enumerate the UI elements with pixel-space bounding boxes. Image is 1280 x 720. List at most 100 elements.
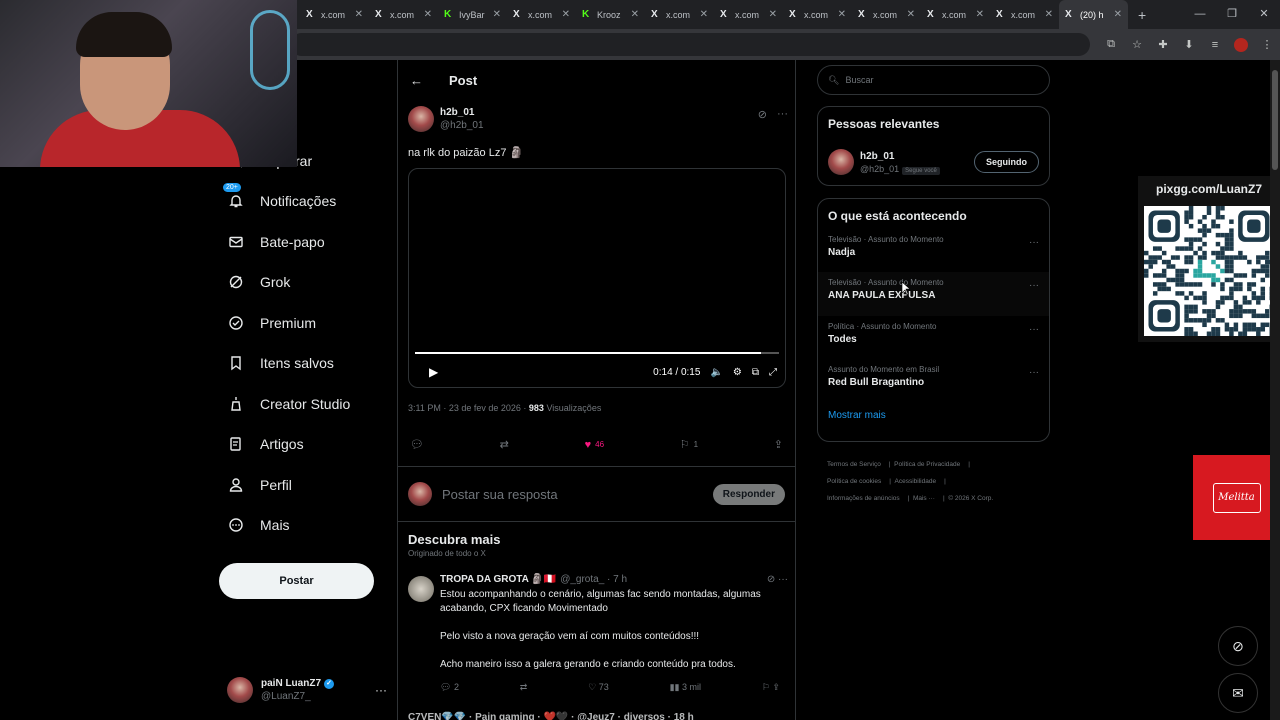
more-link[interactable]: Mais ··· bbox=[913, 495, 935, 502]
video-progress[interactable] bbox=[415, 352, 779, 354]
reply-action[interactable]: 💬︎ bbox=[410, 438, 424, 451]
more-dots-icon[interactable]: ··· bbox=[1029, 367, 1039, 378]
privacy-link[interactable]: Política de Privacidade bbox=[894, 461, 960, 468]
volume-icon[interactable]: 🔈 bbox=[710, 367, 722, 378]
repost-icon[interactable]: ⇄ bbox=[520, 682, 528, 693]
more-dots-icon[interactable]: ··· bbox=[1029, 280, 1039, 291]
more-dots-icon[interactable]: ··· bbox=[1029, 324, 1039, 335]
trend-item[interactable]: Assunto do Momento em Brasil Red Bull Bra… bbox=[818, 359, 1049, 402]
post-button[interactable]: Postar bbox=[219, 563, 374, 599]
more-dots-icon[interactable]: ··· bbox=[375, 683, 387, 697]
bookmark-action[interactable]: ⚐ 1 bbox=[680, 438, 698, 451]
reply-action[interactable]: 💬︎ 2 bbox=[440, 682, 459, 693]
trend-item[interactable]: Política · Assunto do Momento Todes ··· bbox=[818, 316, 1049, 359]
author-name[interactable]: h2b_01 bbox=[440, 107, 484, 118]
browser-tab[interactable]: Xx.com ✕ bbox=[990, 0, 1059, 29]
close-icon[interactable]: ✕ bbox=[700, 9, 708, 20]
page-scrollbar[interactable] bbox=[1270, 60, 1280, 720]
new-tab-button[interactable]: + bbox=[1128, 7, 1156, 23]
feed-author-name[interactable]: TROPA DA GROTA 🗿🇵🇪 bbox=[440, 574, 556, 585]
extensions-icon[interactable]: ✚ bbox=[1156, 38, 1170, 51]
ads-info-link[interactable]: Informações de anúncios bbox=[827, 495, 900, 502]
close-icon[interactable]: ✕ bbox=[631, 9, 639, 20]
avatar[interactable] bbox=[828, 149, 854, 175]
close-icon[interactable]: ✕ bbox=[424, 9, 432, 20]
grok-icon[interactable]: ⊘ ··· bbox=[767, 574, 788, 585]
browser-tab[interactable]: Xx.com ✕ bbox=[714, 0, 783, 29]
share-action[interactable]: ⇪ bbox=[774, 438, 783, 451]
feed-post[interactable]: TROPA DA GROTA 🗿🇵🇪 @_grota_ · 7 h ⊘ ··· … bbox=[408, 574, 788, 693]
reply-button[interactable]: Responder bbox=[712, 483, 785, 505]
pip-icon[interactable]: ⧉ bbox=[752, 367, 759, 378]
close-icon[interactable]: ✕ bbox=[493, 9, 501, 20]
close-icon[interactable]: ✕ bbox=[562, 9, 570, 20]
repost-action[interactable]: ⇄ bbox=[500, 438, 509, 451]
browser-tab[interactable]: Xx.com ✕ bbox=[921, 0, 990, 29]
settings-gear-icon[interactable]: ⚙ bbox=[733, 367, 742, 378]
sidebar-item-itens-salvos[interactable]: Itens salvos bbox=[219, 343, 389, 384]
close-icon[interactable]: ✕ bbox=[976, 9, 984, 20]
close-icon[interactable]: ✕ bbox=[769, 9, 777, 20]
avatar[interactable] bbox=[408, 106, 434, 132]
like-action[interactable]: ♥ 46 bbox=[585, 438, 604, 451]
grok-float-button[interactable]: ⊘ bbox=[1218, 626, 1258, 666]
download-icon[interactable]: ⬇ bbox=[1182, 38, 1196, 51]
reply-input[interactable]: Postar sua resposta bbox=[442, 487, 713, 502]
address-bar[interactable] bbox=[290, 33, 1090, 56]
author-handle[interactable]: @h2b_01 bbox=[440, 120, 484, 131]
kebab-menu-icon[interactable]: ⋮ bbox=[1260, 38, 1274, 51]
close-icon[interactable]: ✕ bbox=[838, 9, 846, 20]
back-arrow-icon[interactable]: ← bbox=[410, 73, 423, 88]
sidebar-item-grok[interactable]: Grok bbox=[219, 262, 389, 303]
sidebar-item-perfil[interactable]: Perfil bbox=[219, 465, 389, 506]
show-more-link[interactable]: Mostrar mais bbox=[818, 402, 1049, 429]
video-player[interactable]: ▶ 0:14 / 0:15 🔈 ⚙ ⧉ ⤢ bbox=[408, 168, 786, 388]
fullscreen-icon[interactable]: ⤢ bbox=[769, 367, 777, 378]
more-dots-icon[interactable]: ··· bbox=[1029, 237, 1039, 248]
browser-tab[interactable]: K Krooz ✕ bbox=[576, 0, 645, 29]
user-name[interactable]: h2b_01 bbox=[860, 151, 974, 162]
cookies-link[interactable]: Política de cookies bbox=[827, 478, 881, 485]
sidebar-item-premium[interactable]: Premium bbox=[219, 303, 389, 344]
browser-tab[interactable]: Xx.com ✕ bbox=[300, 0, 369, 29]
close-window-icon[interactable]: ✕ bbox=[1248, 0, 1280, 29]
account-switcher[interactable]: paiN LuanZ7 ✓ @LuanZ7_ ··· bbox=[227, 673, 387, 707]
sidebar-item-notifica-es[interactable]: 20+ Notificações bbox=[219, 181, 389, 222]
browser-tab[interactable]: Xx.com ✕ bbox=[645, 0, 714, 29]
like-action[interactable]: ♡ 73 bbox=[588, 682, 609, 693]
avatar[interactable] bbox=[408, 576, 434, 602]
browser-tab[interactable]: Xx.com ✕ bbox=[852, 0, 921, 29]
play-icon[interactable]: ▶ bbox=[429, 365, 438, 379]
browser-tab[interactable]: Xx.com ✕ bbox=[369, 0, 438, 29]
install-icon[interactable]: ⧉ bbox=[1104, 38, 1118, 51]
close-icon[interactable]: ✕ bbox=[1045, 9, 1053, 20]
maximize-icon[interactable]: ❐ bbox=[1216, 0, 1248, 29]
sidebar-item-mais[interactable]: Mais bbox=[219, 505, 389, 546]
bookmark-icon[interactable]: ⚐ ⇪ bbox=[762, 682, 780, 693]
trend-item[interactable]: Televisão · Assunto do Momento Nadja ··· bbox=[818, 229, 1049, 272]
media-icon[interactable]: ≡ bbox=[1208, 39, 1222, 51]
accessibility-link[interactable]: Acessibilidade bbox=[895, 478, 937, 485]
post-timestamp[interactable]: 3:11 PM · 23 de fev de 2026 · bbox=[408, 403, 529, 413]
grok-icon[interactable]: ⊘ bbox=[758, 108, 767, 121]
user-handle[interactable]: @h2b_01 bbox=[860, 164, 899, 174]
trend-item[interactable]: Televisão · Assunto do Momento ANA PAULA … bbox=[818, 272, 1049, 316]
more-dots-icon[interactable]: ··· bbox=[777, 108, 788, 121]
feed-author-handle[interactable]: @_grota_ · 7 h bbox=[560, 574, 627, 585]
browser-tab[interactable]: X (20) h ✕ bbox=[1059, 0, 1128, 29]
terms-link[interactable]: Termos de Serviço bbox=[827, 461, 881, 468]
messages-float-button[interactable]: ✉ bbox=[1218, 673, 1258, 713]
sidebar-item-bate-papo[interactable]: Bate-papo bbox=[219, 222, 389, 263]
minimize-icon[interactable]: — bbox=[1184, 0, 1216, 29]
close-icon[interactable]: ✕ bbox=[355, 9, 363, 20]
views-action[interactable]: ▮▮ 3 mil bbox=[670, 682, 701, 693]
profile-avatar-icon[interactable] bbox=[1234, 37, 1248, 52]
star-icon[interactable]: ☆ bbox=[1130, 38, 1144, 51]
browser-tab[interactable]: Xx.com ✕ bbox=[783, 0, 852, 29]
close-icon[interactable]: ✕ bbox=[907, 9, 915, 20]
browser-tab[interactable]: Xx.com ✕ bbox=[507, 0, 576, 29]
close-icon[interactable]: ✕ bbox=[1114, 9, 1122, 20]
search-input[interactable]: 🔍︎ Buscar bbox=[817, 65, 1050, 95]
next-feed-post[interactable]: C7VEN💎💎 · Pain gaming · ❤️🖤 · @Jeuz7 · d… bbox=[408, 712, 694, 720]
browser-tab[interactable]: K IvyBar ✕ bbox=[438, 0, 507, 29]
